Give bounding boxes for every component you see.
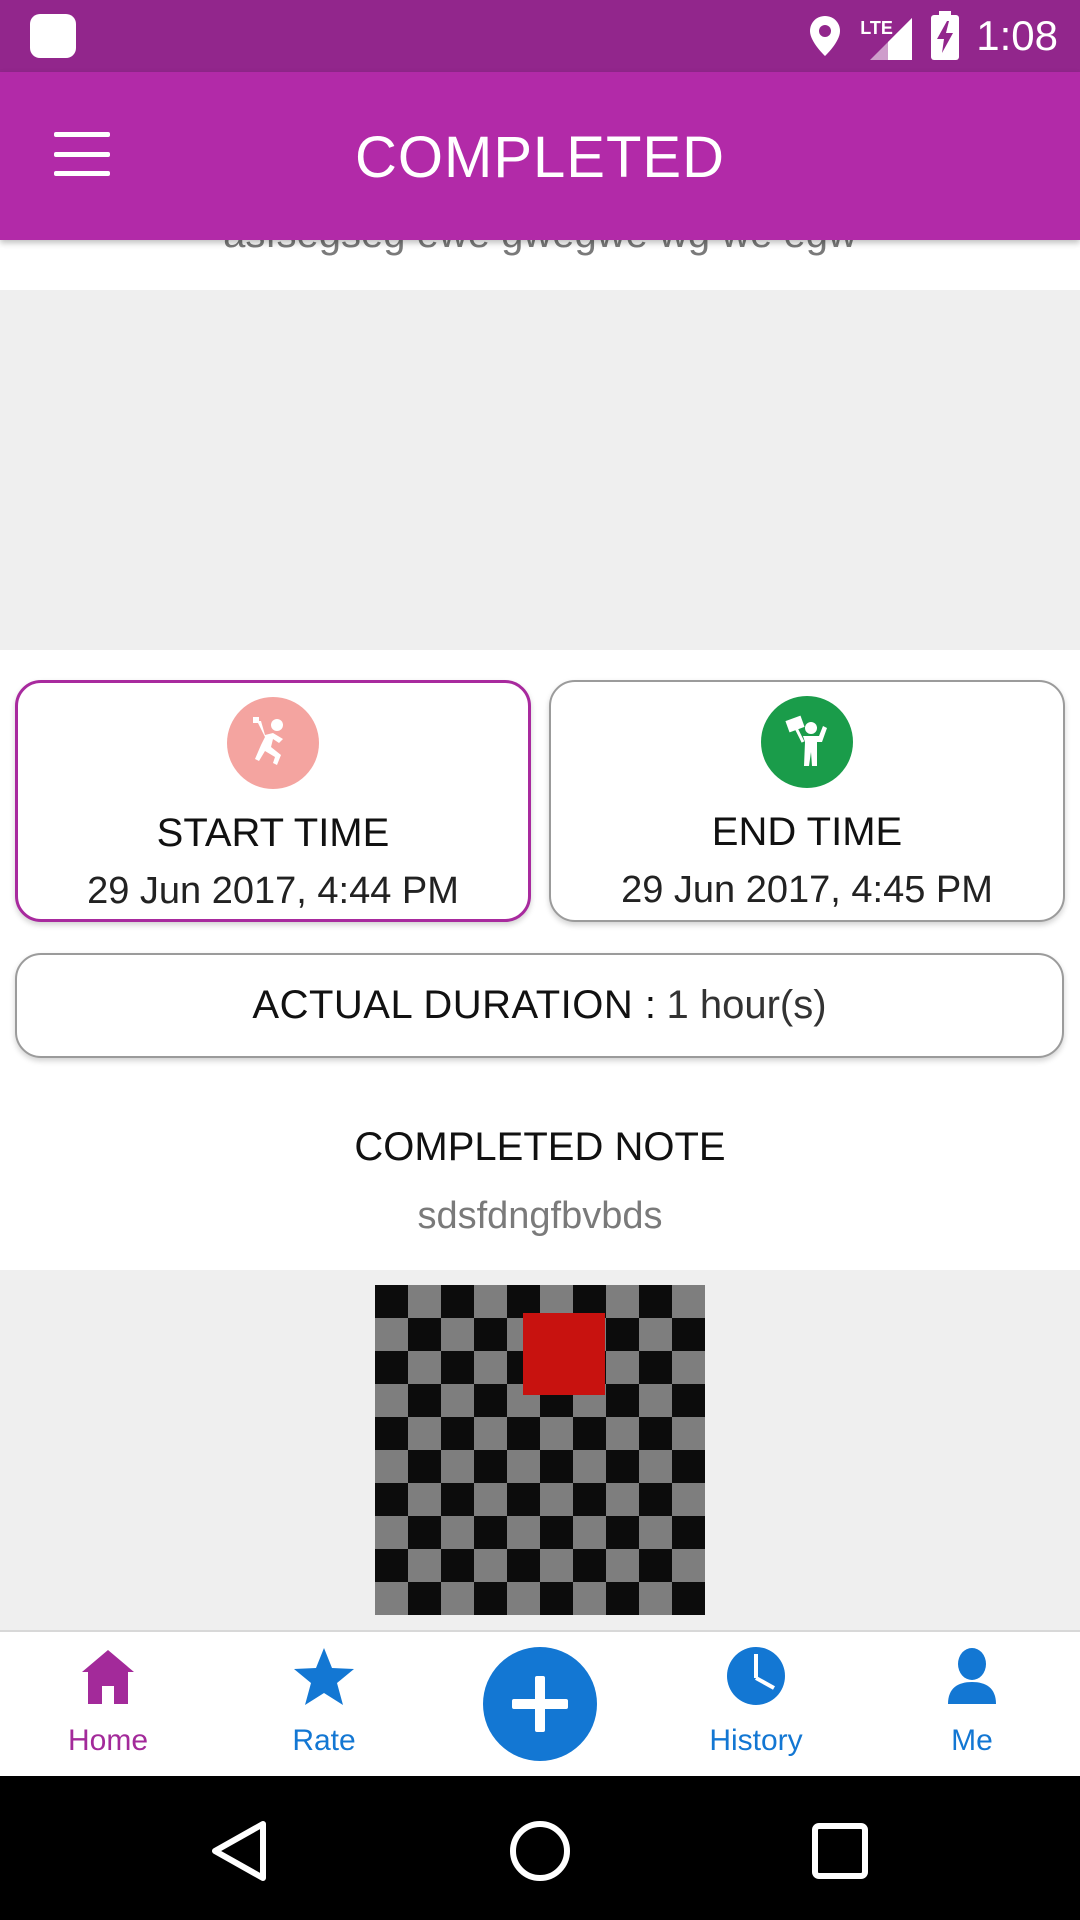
start-time-label: START TIME: [156, 811, 390, 855]
duration-label: ACTUAL DURATION :: [252, 983, 657, 1027]
nav-me[interactable]: Me: [864, 1632, 1080, 1778]
add-icon: [512, 1676, 568, 1732]
nav-rate-label: Rate: [292, 1724, 356, 1757]
signal-icon: LTE: [858, 10, 914, 62]
battery-charging-icon: [931, 11, 960, 60]
nav-home-label: Home: [67, 1724, 149, 1757]
nav-history[interactable]: History: [648, 1632, 864, 1778]
photo-area: [0, 1270, 1080, 1630]
star-icon: [294, 1648, 354, 1705]
person-icon: [948, 1648, 996, 1704]
add-button[interactable]: [483, 1647, 597, 1761]
page-title: COMPLETED: [355, 125, 725, 190]
duration-value: 1 hour(s): [666, 983, 827, 1027]
runner-icon: [227, 697, 319, 789]
completion-photo[interactable]: [375, 1285, 705, 1615]
home-circle-icon[interactable]: [505, 1816, 575, 1886]
system-nav-bar: [0, 1776, 1080, 1920]
location-icon: [810, 16, 841, 56]
completed-note-text: sdsfdngfbvbds: [417, 1195, 663, 1237]
start-time-card[interactable]: START TIME 29 Jun 2017, 4:44 PM: [15, 680, 531, 922]
nav-history-label: History: [709, 1724, 803, 1757]
finish-flag-icon: [761, 696, 853, 788]
recents-icon[interactable]: [805, 1816, 875, 1886]
clock: 1:08: [976, 12, 1058, 59]
media-placeholder: [0, 290, 1080, 650]
app-bar: COMPLETED: [0, 72, 1080, 240]
status-bar: LTE 1:08: [0, 0, 1080, 72]
end-time-card[interactable]: END TIME 29 Jun 2017, 4:45 PM: [549, 680, 1065, 922]
clock-icon: [727, 1647, 785, 1705]
actual-duration-box: ACTUAL DURATION : 1 hour(s): [15, 953, 1064, 1058]
status-icons: LTE 1:08: [808, 0, 1058, 72]
end-time-label: END TIME: [711, 810, 903, 854]
start-time-value: 29 Jun 2017, 4:44 PM: [87, 870, 459, 912]
end-time-value: 29 Jun 2017, 4:45 PM: [621, 869, 993, 911]
nav-me-label: Me: [951, 1724, 993, 1757]
app-notification-icon: [30, 14, 76, 58]
nav-home[interactable]: Home: [0, 1632, 216, 1778]
back-icon[interactable]: [205, 1816, 275, 1886]
bottom-nav: Home Rate History Me: [0, 1630, 1080, 1776]
completed-note-title: COMPLETED NOTE: [354, 1125, 726, 1169]
nav-rate[interactable]: Rate: [216, 1632, 432, 1778]
home-icon: [82, 1650, 134, 1704]
